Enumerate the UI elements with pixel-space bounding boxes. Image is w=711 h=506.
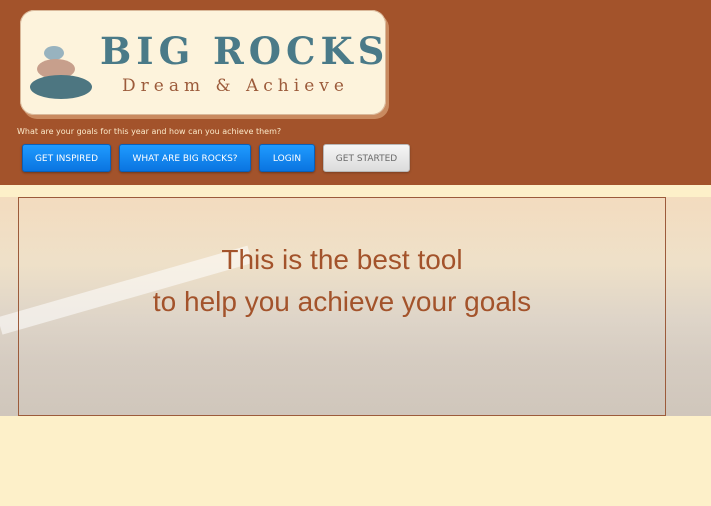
what-are-big-rocks-button[interactable]: WHAT ARE BIG ROCKS? [119, 144, 251, 172]
hero-heading-line-2: to help you achieve your goals [152, 286, 532, 317]
logo-subtitle: Dream & Achieve [122, 76, 349, 96]
login-button[interactable]: LOGIN [259, 144, 315, 172]
stacked-stones-icon [30, 46, 92, 99]
site-header: BIG ROCKS Dream & Achieve What are your … [0, 0, 711, 185]
get-started-button[interactable]: GET STARTED [323, 144, 410, 172]
logo-title: BIG ROCKS [100, 29, 390, 73]
tagline: What are your goals for this year and ho… [17, 127, 282, 136]
hero-heading-line-1: This is the best tool [221, 244, 463, 275]
get-inspired-button[interactable]: GET INSPIRED [22, 144, 111, 172]
logo[interactable]: BIG ROCKS Dream & Achieve [20, 10, 386, 115]
